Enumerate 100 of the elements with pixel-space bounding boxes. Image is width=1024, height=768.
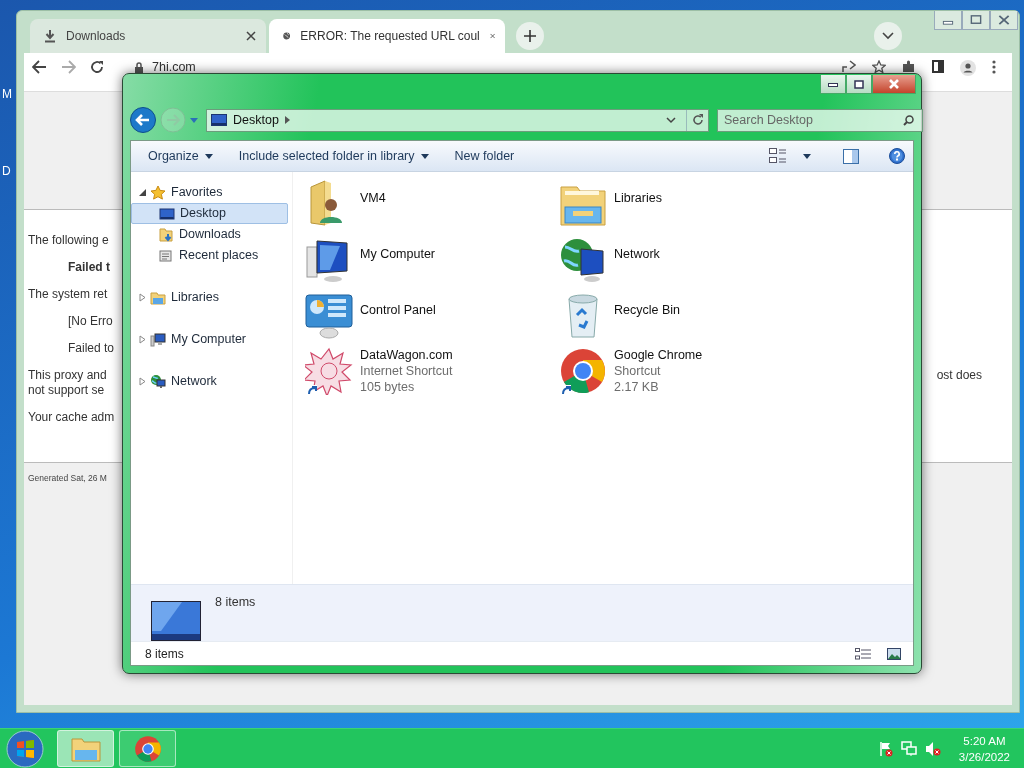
avatar-icon[interactable]: [960, 60, 976, 76]
lock-icon: [134, 61, 144, 74]
nav-item[interactable]: Libraries: [131, 287, 292, 308]
back-icon[interactable]: [32, 60, 47, 74]
item-size: 105 bytes: [360, 379, 416, 395]
close-icon: [888, 79, 900, 89]
view-icon[interactable]: [769, 148, 787, 164]
item-name: Network: [614, 246, 660, 262]
browser-tab[interactable]: ERROR: The requested URL coul: [269, 19, 505, 53]
nav-item[interactable]: My Computer: [131, 329, 292, 350]
maximize-icon: [854, 79, 864, 89]
item-type: Shortcut: [614, 363, 662, 379]
toolbar-button[interactable]: Include selected folder in library: [229, 143, 438, 169]
puzzle-icon[interactable]: [902, 60, 916, 73]
close-button[interactable]: [872, 75, 916, 94]
file-item[interactable]: DataWagon.com Internet Shortcut 105 bytes: [305, 347, 559, 403]
nav-item[interactable]: Desktop: [131, 203, 288, 224]
nav-item[interactable]: Favorites: [131, 182, 292, 203]
page-text: Failed t: [68, 260, 110, 275]
speaker-muted-icon[interactable]: [924, 740, 941, 757]
new-tab-button[interactable]: [516, 22, 544, 50]
page-text: Failed to: [68, 341, 115, 356]
help-icon[interactable]: [889, 148, 905, 164]
nav-item[interactable]: Network: [131, 371, 292, 392]
sidebar-icon[interactable]: [932, 60, 944, 73]
item-name: DataWagon.com: [360, 347, 453, 363]
footer-text: Generated Sat, 26 M: [28, 473, 107, 483]
maximize-button[interactable]: [962, 11, 990, 30]
details-view-icon[interactable]: [855, 647, 871, 660]
desktop-icon-label[interactable]: D: [2, 164, 11, 178]
page-text: not support se: [28, 383, 105, 398]
file-item[interactable]: Network: [559, 235, 813, 291]
chevron-down-icon[interactable]: [666, 116, 676, 124]
page-text: Your cache adm: [28, 410, 115, 425]
page-text: ost does: [936, 368, 982, 383]
plus-icon: [524, 30, 536, 42]
address-text[interactable]: 7hi.com: [152, 60, 196, 75]
page-text: [No Erro: [68, 314, 113, 329]
close-tab-icon[interactable]: [489, 31, 495, 41]
start-button[interactable]: [6, 729, 44, 768]
share-icon[interactable]: [842, 60, 856, 73]
collapsed-arrow-icon[interactable]: [139, 293, 146, 302]
nav-icon: [159, 205, 175, 222]
file-item[interactable]: Recycle Bin: [559, 291, 813, 347]
collapsed-arrow-icon[interactable]: [139, 377, 146, 386]
chevron-down-icon: [882, 32, 894, 40]
browser-icon: [133, 734, 162, 763]
page-text: The following e: [28, 233, 109, 248]
tab-search-button[interactable]: [874, 22, 902, 50]
expanded-arrow-icon[interactable]: [139, 189, 146, 196]
page-text: This proxy and: [28, 368, 107, 383]
item-name: Recycle Bin: [614, 302, 680, 318]
folder-icon: [70, 735, 101, 762]
toolbar-button[interactable]: Organize: [139, 143, 222, 169]
item-name: Control Panel: [360, 302, 436, 318]
reload-icon[interactable]: [90, 60, 104, 74]
minimize-icon: [828, 81, 838, 87]
file-item[interactable]: VM4: [305, 179, 559, 235]
search-field[interactable]: Search Desktop: [717, 108, 923, 132]
menu-icon[interactable]: [992, 60, 996, 74]
caret-icon[interactable]: [803, 153, 811, 159]
item-name: Google Chrome: [614, 347, 703, 363]
star-icon[interactable]: [872, 60, 886, 73]
status-text: 8 items: [145, 645, 184, 663]
nav-item[interactable]: Recent places: [131, 245, 292, 266]
item-icon: [305, 291, 353, 339]
file-item[interactable]: Libraries: [559, 179, 813, 235]
details-text: 8 items: [215, 594, 256, 611]
download-icon: [44, 29, 56, 43]
close-button[interactable]: [990, 11, 1018, 30]
minimize-button[interactable]: [820, 75, 846, 94]
maximize-button[interactable]: [846, 75, 872, 94]
close-tab-icon[interactable]: [246, 31, 256, 41]
item-icon: [305, 347, 353, 395]
flag-icon[interactable]: [878, 740, 893, 757]
preview-pane-icon[interactable]: [843, 148, 859, 164]
nav-icon: [158, 226, 174, 243]
address-bar[interactable]: Desktop: [206, 108, 709, 132]
taskbar-button[interactable]: [119, 730, 176, 767]
file-item[interactable]: My Computer: [305, 235, 559, 291]
item-name: My Computer: [360, 246, 436, 262]
item-size: 2.17 KB: [614, 379, 660, 395]
desktop-icon-label[interactable]: M: [2, 87, 12, 101]
large-icons-view-icon[interactable]: [887, 647, 901, 660]
file-item[interactable]: Control Panel: [305, 291, 559, 347]
nav-icon: [158, 247, 174, 264]
arrow-right-icon[interactable]: [284, 116, 290, 124]
file-item[interactable]: Google Chrome Shortcut 2.17 KB: [559, 347, 813, 403]
breadcrumb[interactable]: Desktop: [233, 110, 279, 130]
nav-item[interactable]: Downloads: [131, 224, 292, 245]
browser-tab[interactable]: Downloads: [30, 19, 266, 53]
collapsed-arrow-icon[interactable]: [139, 335, 146, 344]
back-button[interactable]: [130, 107, 156, 133]
item-icon: [559, 347, 607, 395]
nav-icon: [150, 331, 166, 348]
nav-icon: [150, 184, 166, 201]
desktop-icon: [151, 601, 201, 641]
toolbar-button[interactable]: New folder: [445, 143, 524, 169]
desktop-icon: [211, 114, 227, 126]
item-type: Internet Shortcut: [360, 363, 453, 379]
